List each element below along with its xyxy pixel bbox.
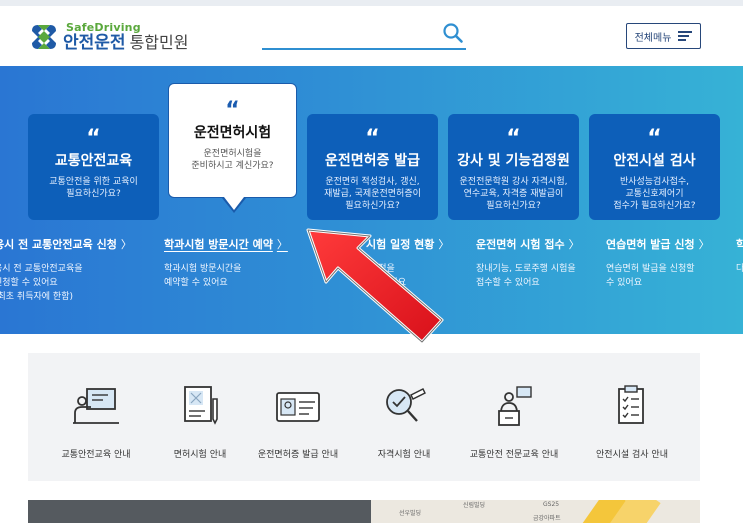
annotation-arrow-icon	[306, 228, 444, 344]
card-title: 안전시설 검사	[613, 153, 696, 169]
chevron-right-icon: 〉	[698, 238, 710, 251]
map-label: 금강아파트	[533, 515, 561, 522]
link-visit-reservation[interactable]: 학과시험 방문시간 예약 〉	[164, 236, 288, 252]
link-exam-registration[interactable]: 운전면허 시험 접수 〉	[476, 236, 580, 252]
link-desc: 응시 전 교통안전교육을 신청할 수 있어요 (최초 취득자에 한함)	[0, 264, 83, 302]
search-input[interactable]	[262, 20, 438, 48]
card-title: 교통안전교육	[54, 153, 133, 169]
card-desc: 운전면허 적성검사, 갱신, 재발급, 국제운전면허증이 필요하신가요?	[324, 177, 421, 211]
search-icon[interactable]	[442, 22, 464, 44]
logo-mark-icon	[29, 22, 59, 52]
header: SafeDriving 안전운전 통합민원 전체메뉴	[0, 6, 743, 66]
service-license-issue[interactable]: 운전면허증 발급 안내	[242, 385, 354, 460]
all-menu-label: 전체메뉴	[634, 32, 672, 44]
map-label: GS25	[543, 501, 560, 508]
service-traffic-education[interactable]: 교통안전교육 안내	[40, 385, 152, 460]
service-label: 자격시험 안내	[377, 450, 431, 460]
card-traffic-education[interactable]: “ 교통안전교육 교통안전을 위한 교육이 필요하신가요?	[28, 114, 159, 220]
card-desc: 운전면허시험을 준비하시고 계신가요?	[191, 149, 274, 171]
card-license-exam[interactable]: “ 운전면허시험 운전면허시험을 준비하시고 계신가요?	[168, 83, 297, 198]
card-title: 운전면허증 발급	[324, 153, 421, 169]
page: SafeDriving 안전운전 통합민원 전체메뉴 “ 교통안전교육 교통안전…	[0, 0, 743, 523]
service-safety-inspection[interactable]: 안전시설 검사 안내	[576, 385, 688, 460]
service-label: 운전면허증 발급 안내	[257, 450, 339, 460]
map-label: 선우빌딩	[399, 510, 422, 517]
lecture-podium-icon	[498, 386, 532, 426]
quote-icon: “	[506, 126, 521, 151]
service-expert-education[interactable]: 교통안전 전문교육 안내	[458, 385, 570, 460]
logo-main-text: 안전운전	[63, 33, 126, 53]
service-label: 교통안전교육 안내	[61, 450, 131, 460]
card-title: 강사 및 기능검정원	[457, 153, 570, 169]
location-map[interactable]: 선우빌딩 신림빌딩 GS25 금강아파트	[371, 500, 700, 523]
card-safety-facility[interactable]: “ 안전시설 검사 반사성능검사접수, 교통신호제어기 접수가 필요하신가요?	[589, 114, 720, 220]
services-panel: 교통안전교육 안내 면허시험 안내 운전면허증 발급 안내 자격시험 안내 교통…	[28, 353, 700, 481]
notice-panel	[28, 500, 371, 523]
chevron-right-icon: 〉	[276, 238, 288, 251]
link-desc: 다	[736, 264, 743, 274]
link-desc: 연습면허 발급을 신청할 수 있어요	[606, 264, 695, 288]
card-pointer	[224, 197, 244, 210]
search-box	[262, 20, 466, 50]
quote-icon: “	[365, 126, 380, 151]
link-cut-off[interactable]: 학	[736, 236, 743, 252]
card-instructor[interactable]: “ 강사 및 기능검정원 운전전문학원 강사 자격시험, 연수교육, 자격증 재…	[448, 114, 579, 220]
logo-suffix-text: 통합민원	[129, 33, 189, 52]
service-label: 교통안전 전문교육 안내	[469, 450, 559, 460]
id-card-icon	[276, 392, 320, 422]
quote-icon: “	[225, 98, 240, 123]
map-label: 신림빌딩	[463, 502, 486, 509]
service-label: 면허시험 안내	[173, 450, 227, 460]
service-license-exam[interactable]: 면허시험 안내	[144, 385, 256, 460]
card-desc: 운전전문학원 강사 자격시험, 연수교육, 자격증 재발급이 필요하신가요?	[459, 177, 568, 211]
logo-sub-text: SafeDriving	[66, 21, 141, 34]
site-logo[interactable]: SafeDriving 안전운전 통합민원	[29, 22, 188, 52]
search-check-icon	[386, 388, 426, 422]
card-license-issue[interactable]: “ 운전면허증 발급 운전면허 적성검사, 갱신, 재발급, 국제운전면허증이 …	[307, 114, 438, 220]
quote-icon: “	[86, 126, 101, 151]
service-label: 안전시설 검사 안내	[596, 450, 668, 460]
chevron-right-icon: 〉	[568, 238, 580, 251]
all-menu-button[interactable]: 전체메뉴	[626, 23, 701, 49]
checklist-icon	[618, 385, 644, 424]
chevron-right-icon: 〉	[120, 238, 132, 251]
link-practice-license[interactable]: 연습면허 발급 신청 〉	[606, 236, 710, 252]
link-desc: 장내기능, 도로주행 시험을 접수할 수 있어요	[476, 264, 576, 288]
link-pre-exam-education[interactable]: 응시 전 교통안전교육 신청 〉	[0, 236, 132, 252]
hamburger-icon	[678, 31, 693, 41]
card-desc: 반사성능검사접수, 교통신호제어기 접수가 필요하신가요?	[613, 177, 696, 211]
link-desc: 학과시험 방문시간을 예약할 수 있어요	[164, 264, 242, 288]
card-title: 운전면허시험	[193, 125, 272, 141]
document-pen-icon	[184, 386, 218, 425]
service-qualification-exam[interactable]: 자격시험 안내	[348, 385, 460, 460]
presentation-icon	[73, 388, 119, 424]
quote-icon: “	[647, 126, 662, 151]
card-desc: 교통안전을 위한 교육이 필요하신가요?	[49, 177, 138, 199]
